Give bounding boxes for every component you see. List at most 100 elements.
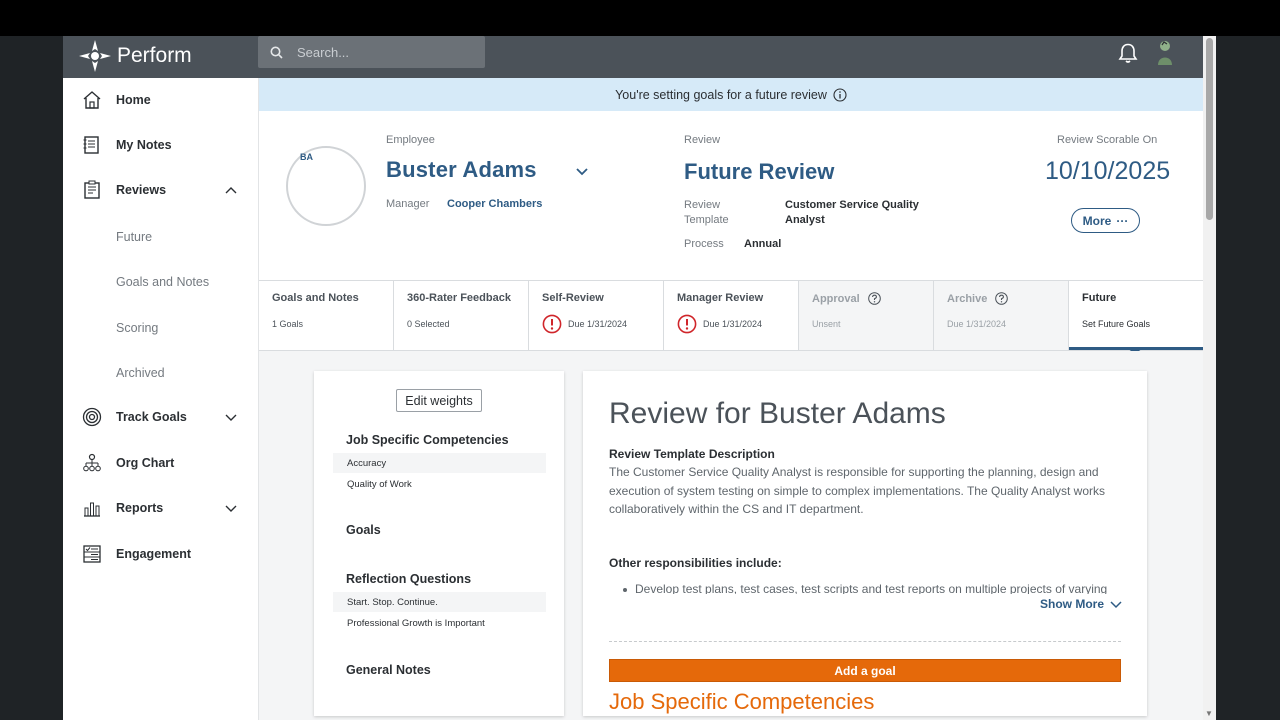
more-button-label: More bbox=[1082, 213, 1112, 228]
tab-title: Self-Review bbox=[542, 292, 604, 304]
template-label: Review bbox=[684, 199, 721, 211]
sidebar-subitem-archived[interactable]: Archived bbox=[116, 366, 165, 380]
outline-section-reflection[interactable]: Reflection Questions bbox=[346, 572, 471, 586]
sidebar-item-reviews[interactable]: Reviews bbox=[63, 172, 259, 208]
outline-section-general-notes[interactable]: General Notes bbox=[346, 663, 431, 677]
description-heading: Review Template Description bbox=[609, 447, 775, 461]
bullet-dot bbox=[623, 588, 627, 592]
outline-item[interactable]: Accuracy bbox=[333, 453, 546, 473]
tab-subtitle: Due 1/31/2024 bbox=[568, 319, 628, 329]
template-label-line2: Template bbox=[684, 214, 729, 226]
template-value: Customer Service Quality bbox=[785, 199, 919, 211]
process-value: Annual bbox=[744, 238, 782, 250]
show-more-label: Show More bbox=[1040, 597, 1105, 611]
help-icon[interactable] bbox=[867, 292, 881, 305]
manager-link[interactable]: Cooper Chambers bbox=[447, 198, 542, 210]
ellipsis-icon: ··· bbox=[1116, 213, 1129, 228]
banner-text: You're setting goals for a future review bbox=[615, 87, 827, 102]
info-icon[interactable] bbox=[833, 87, 847, 102]
description-text: The Customer Service Quality Analyst is … bbox=[609, 465, 1106, 516]
search-input[interactable]: Search... bbox=[258, 36, 485, 68]
review-header: BA Employee Buster Adams Manager Cooper … bbox=[259, 111, 1203, 281]
chevron-down-icon[interactable] bbox=[575, 166, 589, 176]
sidebar-item-label: Track Goals bbox=[116, 410, 187, 424]
outline-item[interactable]: Professional Growth is Important bbox=[333, 613, 546, 633]
app-name: Perform bbox=[117, 44, 192, 67]
scorable-label: Review Scorable On bbox=[1057, 134, 1158, 146]
top-bar: Perform Search... bbox=[63, 36, 1203, 78]
outline-section-goals[interactable]: Goals bbox=[346, 523, 381, 537]
tab-future[interactable]: Future Set Future Goals bbox=[1069, 281, 1203, 350]
employee-name: Buster Adams bbox=[386, 157, 537, 182]
review-tabs: Goals and Notes 1 Goals 360-Rater Feedba… bbox=[259, 281, 1203, 351]
tab-title: Goals and Notes bbox=[272, 292, 359, 304]
sidebar-item-org-chart[interactable]: Org Chart bbox=[63, 445, 259, 481]
tab-title: 360-Rater Feedback bbox=[407, 292, 511, 304]
outline-section-jsc[interactable]: Job Specific Competencies bbox=[346, 433, 509, 447]
chevron-down-icon[interactable] bbox=[224, 503, 238, 513]
divider bbox=[609, 641, 1121, 642]
sidebar-item-label: Engagement bbox=[116, 547, 192, 561]
process-label: Process bbox=[684, 238, 724, 250]
tab-manager-review[interactable]: Manager Review Due 1/31/2024 bbox=[664, 281, 799, 350]
more-button[interactable]: More ··· bbox=[1071, 208, 1140, 233]
employee-label: Employee bbox=[386, 134, 435, 146]
scroll-down-arrow-icon[interactable]: ▼ bbox=[1205, 709, 1213, 718]
scorable-date: 10/10/2025 bbox=[1045, 157, 1171, 185]
tab-title-row: Approval bbox=[812, 292, 881, 305]
help-icon[interactable] bbox=[995, 292, 1009, 305]
tab-goals-and-notes[interactable]: Goals and Notes 1 Goals bbox=[259, 281, 394, 350]
target-icon bbox=[82, 407, 102, 427]
tab-subtitle: Due 1/31/2024 bbox=[703, 319, 763, 329]
other-responsibilities-heading: Other responsibilities include: bbox=[609, 556, 782, 570]
org-chart-icon bbox=[82, 453, 102, 473]
responsibility-item: Develop test plans, test cases, test scr… bbox=[635, 582, 1108, 594]
sidebar-subitem-scoring[interactable]: Scoring bbox=[116, 321, 158, 335]
sidebar-item-home[interactable]: Home bbox=[63, 82, 259, 118]
sidebar-item-label: Org Chart bbox=[116, 456, 175, 470]
outline-item[interactable]: Quality of Work bbox=[333, 474, 546, 494]
search-icon bbox=[270, 46, 283, 59]
add-goal-button[interactable]: Add a goal bbox=[609, 659, 1121, 682]
review-title: Review for Buster Adams bbox=[609, 397, 946, 430]
show-more-link[interactable]: Show More bbox=[1040, 597, 1123, 611]
app-logo[interactable]: Perform bbox=[77, 38, 192, 74]
edit-weights-button[interactable]: Edit weights bbox=[396, 389, 482, 412]
tab-archive[interactable]: Archive Due 1/31/2024 bbox=[934, 281, 1069, 350]
sidebar-item-reports[interactable]: Reports bbox=[63, 490, 259, 526]
sidebar: Home My Notes Reviews Future Goals and N… bbox=[63, 78, 259, 720]
vertical-scrollbar[interactable]: ▼ bbox=[1203, 36, 1216, 720]
chevron-down-icon bbox=[1110, 601, 1122, 609]
outline-item[interactable]: Start. Stop. Continue. bbox=[333, 592, 546, 612]
sidebar-item-track-goals[interactable]: Track Goals bbox=[63, 399, 259, 435]
future-review-banner: You're setting goals for a future review bbox=[259, 78, 1203, 111]
template-value-line2: Analyst bbox=[785, 214, 825, 226]
bell-icon[interactable] bbox=[1117, 42, 1139, 64]
tab-title: Approval bbox=[812, 292, 860, 305]
tab-subtitle: Due 1/31/2024 bbox=[947, 319, 1007, 329]
alert-icon bbox=[542, 314, 562, 334]
tab-subtitle: 0 Selected bbox=[407, 319, 450, 329]
section-title-jsc: Job Specific Competencies bbox=[609, 689, 875, 714]
reviews-icon bbox=[82, 180, 102, 200]
tab-approval[interactable]: Approval Unsent bbox=[799, 281, 934, 350]
sidebar-item-label: Reports bbox=[116, 501, 164, 515]
user-avatar-icon[interactable] bbox=[1154, 39, 1176, 65]
chevron-down-icon[interactable] bbox=[224, 412, 238, 422]
tab-subtitle: Unsent bbox=[812, 319, 841, 329]
survey-icon bbox=[82, 544, 102, 564]
review-main-panel: Review for Buster Adams Review Template … bbox=[583, 371, 1147, 716]
sidebar-item-my-notes[interactable]: My Notes bbox=[63, 127, 259, 163]
app-window: Perform Search... Home My Notes Reviews … bbox=[63, 36, 1216, 720]
sidebar-subitem-goals-and-notes[interactable]: Goals and Notes bbox=[116, 275, 209, 289]
sidebar-subitem-future[interactable]: Future bbox=[116, 230, 152, 244]
search-placeholder: Search... bbox=[297, 44, 350, 60]
tab-360-rater-feedback[interactable]: 360-Rater Feedback 0 Selected bbox=[394, 281, 529, 350]
review-name: Future Review bbox=[684, 159, 835, 184]
window-chrome-left bbox=[0, 36, 63, 720]
scrollbar-thumb[interactable] bbox=[1206, 38, 1213, 220]
chevron-up-icon[interactable] bbox=[224, 185, 238, 195]
sidebar-item-engagement[interactable]: Engagement bbox=[63, 536, 259, 572]
review-content: Edit weights Job Specific Competencies A… bbox=[259, 351, 1203, 720]
tab-self-review[interactable]: Self-Review Due 1/31/2024 bbox=[529, 281, 664, 350]
